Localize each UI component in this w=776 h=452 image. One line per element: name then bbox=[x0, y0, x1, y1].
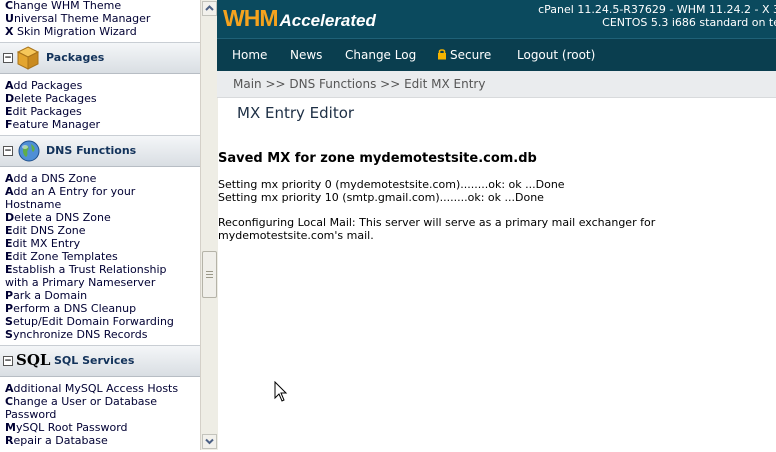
result-heading: Saved MX for zone mydemotestsite.com.db bbox=[218, 151, 537, 166]
scroll-down-button[interactable] bbox=[202, 434, 217, 449]
sql-logo-icon: SQL bbox=[16, 351, 50, 369]
chevron-up-icon bbox=[205, 5, 214, 11]
breadcrumb-bar: Main >> DNS Functions >> Edit MX Entry bbox=[217, 71, 776, 98]
section-title-dns-functions: DNS Functions bbox=[46, 144, 137, 157]
nav-link-synchronize-dns[interactable]: Synchronize DNS Records bbox=[0, 328, 200, 341]
main-frame: WHM Accelerated cPanel 11.24.5-R37629 - W… bbox=[217, 0, 776, 450]
collapse-toggle[interactable]: − bbox=[3, 53, 13, 63]
os-line: CENTOS 5.3 i686 standard on te bbox=[602, 16, 776, 29]
section-title-sql-services: SQL Services bbox=[54, 354, 135, 367]
nav-link-skin-migration-wizard[interactable]: X Skin Migration Wizard bbox=[0, 25, 200, 38]
nav-link-add-a-entry-cont[interactable]: Hostname bbox=[0, 198, 200, 211]
breadcrumb[interactable]: Main >> DNS Functions >> Edit MX Entry bbox=[233, 77, 485, 91]
top-nav: Home News Change Log Secure Logout (root… bbox=[217, 38, 776, 71]
nav-link-mysql-access-hosts[interactable]: Additional MySQL Access Hosts bbox=[0, 382, 200, 395]
collapse-toggle[interactable]: − bbox=[3, 356, 13, 366]
nav-link-edit-packages[interactable]: Edit Packages bbox=[0, 105, 200, 118]
header-bar: WHM Accelerated cPanel 11.24.5-R37629 - W… bbox=[217, 0, 776, 38]
left-nav-frame: Change WHM Theme Universal Theme Manager… bbox=[0, 0, 200, 450]
nav-logout[interactable]: Logout (root) bbox=[517, 48, 595, 62]
nav-link-universal-theme-manager[interactable]: Universal Theme Manager bbox=[0, 12, 200, 25]
package-icon bbox=[16, 45, 40, 74]
scroll-up-button[interactable] bbox=[202, 1, 217, 16]
sql-logo-text: SQL bbox=[16, 351, 51, 369]
nav-link-delete-dns-zone[interactable]: Delete a DNS Zone bbox=[0, 211, 200, 224]
sidebar-scrollbar[interactable] bbox=[200, 0, 218, 450]
nav-link-add-a-entry[interactable]: Add an A Entry for your bbox=[0, 185, 200, 198]
nav-link-delete-packages[interactable]: Delete Packages bbox=[0, 92, 200, 105]
section-header-packages[interactable]: − Packages bbox=[0, 42, 200, 74]
nav-link-change-whm-theme[interactable]: Change WHM Theme bbox=[0, 0, 200, 12]
grip-line bbox=[206, 274, 213, 275]
nav-news[interactable]: News bbox=[290, 48, 322, 62]
page-title: MX Entry Editor bbox=[237, 104, 355, 122]
nav-link-establish-trust-cont[interactable]: with a Primary Nameserver bbox=[0, 276, 200, 289]
nav-link-mysql-root-password[interactable]: MySQL Root Password bbox=[0, 421, 200, 434]
output-line: Setting mx priority 10 (smtp.gmail.com).… bbox=[218, 191, 544, 204]
nav-link-edit-mx-entry[interactable]: Edit MX Entry bbox=[0, 237, 200, 250]
nav-link-change-db-password[interactable]: Change a User or Database bbox=[0, 395, 200, 408]
whm-logo[interactable]: WHM Accelerated bbox=[223, 5, 376, 32]
nav-change-log[interactable]: Change Log bbox=[345, 48, 416, 62]
nav-link-domain-forwarding[interactable]: Setup/Edit Domain Forwarding bbox=[0, 315, 200, 328]
nav-link-edit-dns-zone[interactable]: Edit DNS Zone bbox=[0, 224, 200, 237]
section-header-dns-functions[interactable]: − DNS Functions bbox=[0, 135, 200, 167]
mouse-cursor-icon bbox=[274, 380, 288, 406]
reconfig-message: Reconfiguring Local Mail: This server wi… bbox=[218, 216, 656, 229]
nav-link-change-db-password-cont[interactable]: Password bbox=[0, 408, 200, 421]
nav-link-park-domain[interactable]: Park a Domain bbox=[0, 289, 200, 302]
scroll-thumb[interactable] bbox=[202, 251, 217, 298]
nav-secure-label: Secure bbox=[450, 48, 492, 62]
globe-icon bbox=[16, 138, 42, 167]
nav-link-feature-manager[interactable]: Feature Manager bbox=[0, 118, 200, 131]
logo-accelerated-text: Accelerated bbox=[279, 11, 376, 30]
grip-line bbox=[206, 271, 213, 272]
chevron-down-icon bbox=[205, 438, 214, 445]
collapse-toggle[interactable]: − bbox=[3, 146, 13, 156]
nav-link-repair-database[interactable]: Repair a Database bbox=[0, 434, 200, 447]
nav-secure[interactable]: Secure bbox=[437, 48, 491, 62]
nav-link-add-packages[interactable]: Add Packages bbox=[0, 79, 200, 92]
nav-link-establish-trust[interactable]: Establish a Trust Relationship bbox=[0, 263, 200, 276]
section-title-packages: Packages bbox=[46, 51, 105, 64]
nav-link-dns-cleanup[interactable]: Perform a DNS Cleanup bbox=[0, 302, 200, 315]
server-info: cPanel 11.24.5-R37629 - WHM 11.24.2 - X … bbox=[538, 3, 776, 29]
nav-home[interactable]: Home bbox=[232, 48, 267, 62]
lock-icon bbox=[438, 49, 446, 60]
nav-link-edit-zone-templates[interactable]: Edit Zone Templates bbox=[0, 250, 200, 263]
logo-whm-text: WHM bbox=[223, 5, 278, 31]
grip-line bbox=[206, 277, 213, 278]
output-line: Setting mx priority 0 (mydemotestsite.co… bbox=[218, 178, 565, 191]
nav-link-add-dns-zone[interactable]: Add a DNS Zone bbox=[0, 172, 200, 185]
version-line: cPanel 11.24.5-R37629 - WHM 11.24.2 - X … bbox=[538, 3, 776, 16]
reconfig-message-cont: mydemotestsite.com's mail. bbox=[218, 229, 374, 242]
section-header-sql-services[interactable]: − SQL SQL Services bbox=[0, 345, 200, 377]
